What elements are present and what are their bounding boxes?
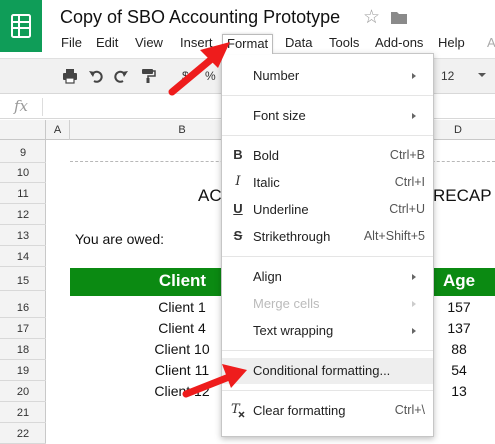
menu-divider <box>222 350 433 351</box>
row-header-column: 9 10 11 12 13 14 15 16 17 18 19 20 21 22 <box>0 140 46 444</box>
shortcut-hint: Alt+Shift+5 <box>363 229 425 243</box>
menu-item-label: Underline <box>253 202 309 217</box>
menu-item-align[interactable]: Align <box>222 264 433 290</box>
currency-format-button[interactable]: $ <box>182 69 189 83</box>
shortcut-hint: Ctrl+U <box>389 202 425 216</box>
row-header[interactable]: 10 <box>0 163 46 183</box>
row-header[interactable]: 13 <box>0 226 46 246</box>
bold-icon: B <box>233 147 243 162</box>
menu-item-bold[interactable]: B Bold Ctrl+B <box>222 143 433 169</box>
menu-accessibility[interactable]: A <box>483 34 495 54</box>
menu-tools[interactable]: Tools <box>325 34 363 54</box>
format-menu: Number Font size B Bold Ctrl+B I Italic … <box>221 53 434 437</box>
client-cell[interactable]: Client 1 <box>132 299 232 315</box>
row-header[interactable]: 18 <box>0 340 46 360</box>
select-all-corner[interactable] <box>0 120 46 140</box>
row-header[interactable]: 16 <box>0 298 46 318</box>
shortcut-hint: Ctrl+\ <box>394 403 425 417</box>
menu-format[interactable]: Format <box>222 34 274 54</box>
menu-item-label: Align <box>253 269 282 284</box>
menu-item-conditional-formatting[interactable]: Conditional formatting... <box>222 358 433 384</box>
menu-item-label: Clear formatting <box>253 403 346 418</box>
age-cell[interactable]: 54 <box>434 362 484 378</box>
menu-item-label: Bold <box>253 148 280 163</box>
menu-data[interactable]: Data <box>281 34 316 54</box>
row-header[interactable]: 11 <box>0 184 46 204</box>
row-header[interactable]: 9 <box>0 143 46 163</box>
menu-divider <box>222 95 433 96</box>
age-cell[interactable]: 13 <box>434 383 484 399</box>
menu-divider <box>222 135 433 136</box>
row-header[interactable]: 12 <box>0 205 46 225</box>
row-header[interactable]: 17 <box>0 319 46 339</box>
undo-icon[interactable] <box>88 68 106 86</box>
menu-item-font-size[interactable]: Font size <box>222 103 433 129</box>
font-size-select[interactable]: 12 <box>441 69 454 83</box>
star-outline-icon[interactable]: ☆ <box>363 6 380 29</box>
menu-edit[interactable]: Edit <box>92 34 122 54</box>
menu-item-strikethrough[interactable]: S Strikethrough Alt+Shift+5 <box>222 224 433 250</box>
percent-format-button[interactable]: % <box>205 69 216 83</box>
paint-format-icon[interactable] <box>140 68 158 86</box>
underline-icon: U <box>233 201 243 216</box>
menu-bar: File Edit View Insert Format Data Tools … <box>0 33 495 54</box>
formula-divider <box>42 98 43 116</box>
menu-divider <box>222 256 433 257</box>
menu-item-label: Strikethrough <box>253 229 331 244</box>
menu-file[interactable]: File <box>57 34 86 54</box>
menu-help[interactable]: Help <box>434 34 469 54</box>
recap-title-right: RECAP <box>433 186 492 205</box>
row-header[interactable]: 22 <box>0 424 46 444</box>
menu-item-number[interactable]: Number <box>222 63 433 89</box>
row-header[interactable]: 15 <box>0 271 46 291</box>
menu-item-italic[interactable]: I Italic Ctrl+I <box>222 170 433 196</box>
redo-icon[interactable] <box>113 68 131 86</box>
print-icon[interactable] <box>62 68 80 86</box>
document-title[interactable]: Copy of SBO Accounting Prototype <box>60 7 340 28</box>
italic-icon: I <box>235 174 241 189</box>
row-header[interactable]: 14 <box>0 247 46 267</box>
menu-view[interactable]: View <box>131 34 167 54</box>
submenu-arrow-icon <box>412 301 416 307</box>
recap-title-left: AC <box>198 186 222 205</box>
submenu-arrow-icon <box>412 113 416 119</box>
font-size-dropdown-icon[interactable] <box>478 73 486 77</box>
menu-item-underline[interactable]: U Underline Ctrl+U <box>222 197 433 223</box>
menu-item-text-wrapping[interactable]: Text wrapping <box>222 318 433 344</box>
menu-divider <box>222 390 433 391</box>
folder-icon[interactable] <box>390 10 408 30</box>
svg-text:T: T <box>231 402 241 417</box>
menu-item-label: Conditional formatting... <box>253 363 391 378</box>
menu-item-label: Font size <box>253 108 306 123</box>
menu-item-label: Merge cells <box>253 296 320 311</box>
menu-item-merge-cells: Merge cells <box>222 291 433 317</box>
fx-icon: fx <box>14 97 29 115</box>
client-cell[interactable]: Client 12 <box>132 383 232 399</box>
client-cell[interactable]: Client 4 <box>132 320 232 336</box>
client-cell[interactable]: Client 11 <box>132 362 232 378</box>
submenu-arrow-icon <box>412 73 416 79</box>
row-header[interactable]: 20 <box>0 382 46 402</box>
shortcut-hint: Ctrl+B <box>389 148 425 162</box>
age-cell[interactable]: 88 <box>434 341 484 357</box>
submenu-arrow-icon <box>412 274 416 280</box>
menu-insert[interactable]: Insert <box>176 34 217 54</box>
menu-item-label: Text wrapping <box>253 323 334 338</box>
row-header[interactable]: 19 <box>0 361 46 381</box>
strikethrough-icon: S <box>233 228 243 243</box>
age-column-header[interactable]: Age <box>434 268 484 296</box>
shortcut-hint: Ctrl+I <box>394 175 425 189</box>
client-cell[interactable]: Client 10 <box>132 341 232 357</box>
menu-item-clear-formatting[interactable]: T Clear formatting Ctrl+\ <box>222 398 433 424</box>
menu-item-label: Number <box>253 68 300 83</box>
row-header[interactable]: 21 <box>0 403 46 423</box>
age-cell[interactable]: 157 <box>434 299 484 315</box>
owed-label: You are owed: <box>75 231 164 247</box>
clear-formatting-icon: T <box>230 402 246 420</box>
menu-item-label: Italic <box>253 175 280 190</box>
submenu-arrow-icon <box>412 328 416 334</box>
menu-add-ons[interactable]: Add-ons <box>371 34 427 54</box>
column-header-a[interactable]: A <box>46 120 70 140</box>
age-cell[interactable]: 137 <box>434 320 484 336</box>
